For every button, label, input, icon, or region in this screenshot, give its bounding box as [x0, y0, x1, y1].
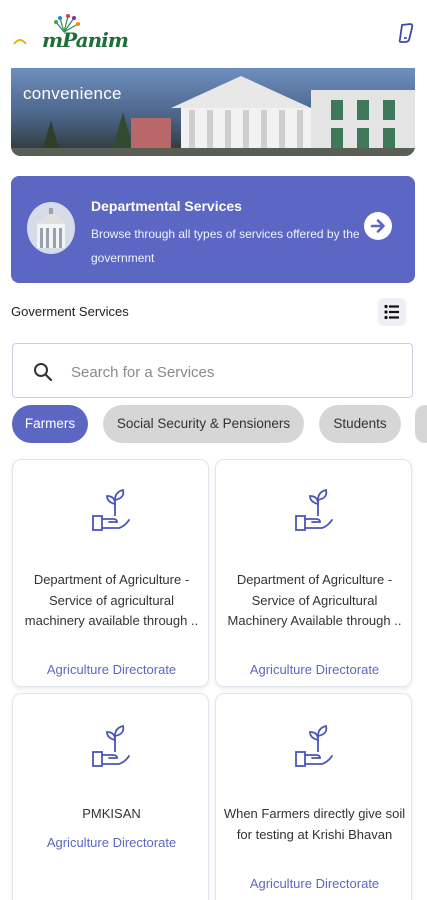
service-card-title: When Farmers directly give soil for test…	[223, 806, 406, 842]
logo-text: mPanim	[42, 28, 129, 52]
arrow-right-circle-icon[interactable]	[364, 212, 392, 240]
building-photo	[11, 68, 415, 156]
service-card[interactable]: When Farmers directly give soil for test…	[215, 693, 412, 900]
service-card[interactable]: Department of Agriculture - Service of a…	[12, 459, 209, 687]
service-card-title: Department of Agriculture - Service of A…	[227, 572, 402, 628]
chip-social-security[interactable]: Social Security & Pensioners	[103, 405, 304, 443]
departmental-services-title: Departmental Services	[91, 198, 242, 214]
hero-caption: convenience	[23, 84, 122, 103]
chip-students[interactable]: Students	[319, 405, 401, 443]
search-icon[interactable]	[33, 362, 53, 382]
app-logo[interactable]: mPanim	[12, 10, 129, 54]
service-card-directorate: Agriculture Directorate	[46, 835, 177, 850]
hero-banner[interactable]: convenience	[11, 68, 415, 156]
government-services-title: Goverment Services	[11, 304, 129, 319]
plant-in-hand-icon	[295, 724, 333, 767]
service-card-title: Department of Agriculture - Service of a…	[24, 572, 199, 628]
phone-icon[interactable]	[397, 22, 417, 44]
chip-more[interactable]	[415, 405, 427, 443]
plant-in-hand-icon	[295, 488, 333, 531]
service-card-directorate: Agriculture Directorate	[249, 876, 380, 891]
search-input[interactable]	[71, 358, 391, 386]
plant-in-hand-icon	[92, 724, 130, 767]
plant-in-hand-icon	[92, 488, 130, 531]
category-chips: Farmers Social Security & Pensioners Stu…	[12, 405, 427, 445]
service-card-directorate: Agriculture Directorate	[46, 662, 177, 677]
list-view-icon[interactable]	[378, 298, 406, 326]
departmental-services-description: Browse through all types of services off…	[91, 227, 360, 265]
chip-farmers[interactable]: Farmers	[12, 405, 88, 443]
service-card-directorate: Agriculture Directorate	[249, 662, 380, 677]
departmental-services-card[interactable]: Departmental Services Browse through all…	[11, 176, 415, 283]
building-emblem-icon	[27, 202, 75, 254]
service-card[interactable]: Department of Agriculture - Service of A…	[215, 459, 412, 687]
app-header: mPanim	[0, 0, 427, 62]
service-card-title: PMKISAN	[82, 806, 141, 821]
search-bar	[12, 343, 413, 398]
service-card[interactable]: PMKISAN Agriculture Directorate	[12, 693, 209, 900]
